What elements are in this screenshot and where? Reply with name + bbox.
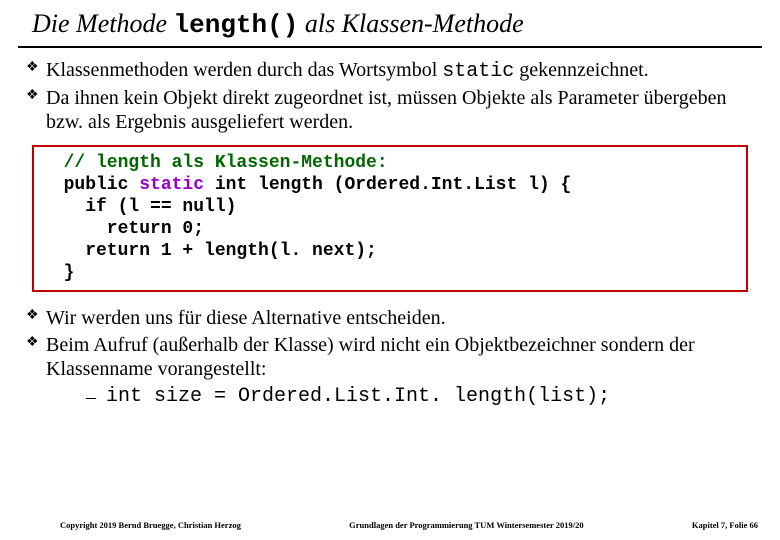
- bullet-text: Da ihnen kein Objekt direkt zugeordnet i…: [46, 87, 727, 133]
- code-line: return 0;: [42, 219, 204, 239]
- bullet-text: Beim Aufruf (außerhalb der Klasse) wird …: [46, 334, 695, 380]
- slide-title: Die Methode length() als Klassen-Methode: [32, 10, 762, 40]
- sub-bullet-list: int size = Ordered.List.Int. length(list…: [46, 384, 756, 410]
- bottom-bullet-list: Wir werden uns für diese Alternative ent…: [18, 306, 762, 409]
- slide-footer: Copyright 2019 Bernd Bruegge, Christian …: [0, 520, 780, 530]
- code-keyword: static: [139, 175, 204, 195]
- title-code: length(): [174, 10, 299, 40]
- title-pre: Die Methode: [32, 9, 174, 38]
- bullet-text: Wir werden uns für diese Alternative ent…: [46, 307, 446, 329]
- code-line: if (l == null): [42, 197, 236, 217]
- footer-right: Kapitel 7, Folie 66: [692, 520, 758, 530]
- code-line: }: [42, 263, 74, 283]
- code-box: // length als Klassen-Methode: public st…: [32, 145, 748, 293]
- bullet-item: Wir werden uns für diese Alternative ent…: [24, 306, 756, 330]
- title-divider: [18, 46, 762, 48]
- footer-left: Copyright 2019 Bernd Bruegge, Christian …: [60, 520, 241, 530]
- sub-bullet-text: int size = Ordered.List.Int. length(list…: [106, 385, 610, 408]
- top-bullet-list: Klassenmethoden werden durch das Wortsym…: [18, 58, 762, 135]
- slide: Die Methode length() als Klassen-Methode…: [0, 0, 780, 540]
- code-line: // length als Klassen-Methode:: [42, 153, 388, 173]
- bullet-item: Klassenmethoden werden durch das Wortsym…: [24, 58, 756, 84]
- bullet-text: gekennzeichnet.: [514, 59, 648, 81]
- bullet-item: Da ihnen kein Objekt direkt zugeordnet i…: [24, 86, 756, 135]
- bullet-text: Klassenmethoden werden durch das Wortsym…: [46, 59, 442, 81]
- footer-center: Grundlagen der Programmierung TUM Winter…: [349, 520, 583, 530]
- code-line: return 1 + length(l. next);: [42, 241, 377, 261]
- bullet-item: Beim Aufruf (außerhalb der Klasse) wird …: [24, 333, 756, 410]
- code-line: int length (Ordered.Int.List l) {: [204, 175, 571, 195]
- title-post: als Klassen-Methode: [298, 9, 523, 38]
- sub-bullet-item: int size = Ordered.List.Int. length(list…: [86, 384, 756, 410]
- code-line: public: [42, 175, 139, 195]
- bullet-code: static: [442, 60, 514, 83]
